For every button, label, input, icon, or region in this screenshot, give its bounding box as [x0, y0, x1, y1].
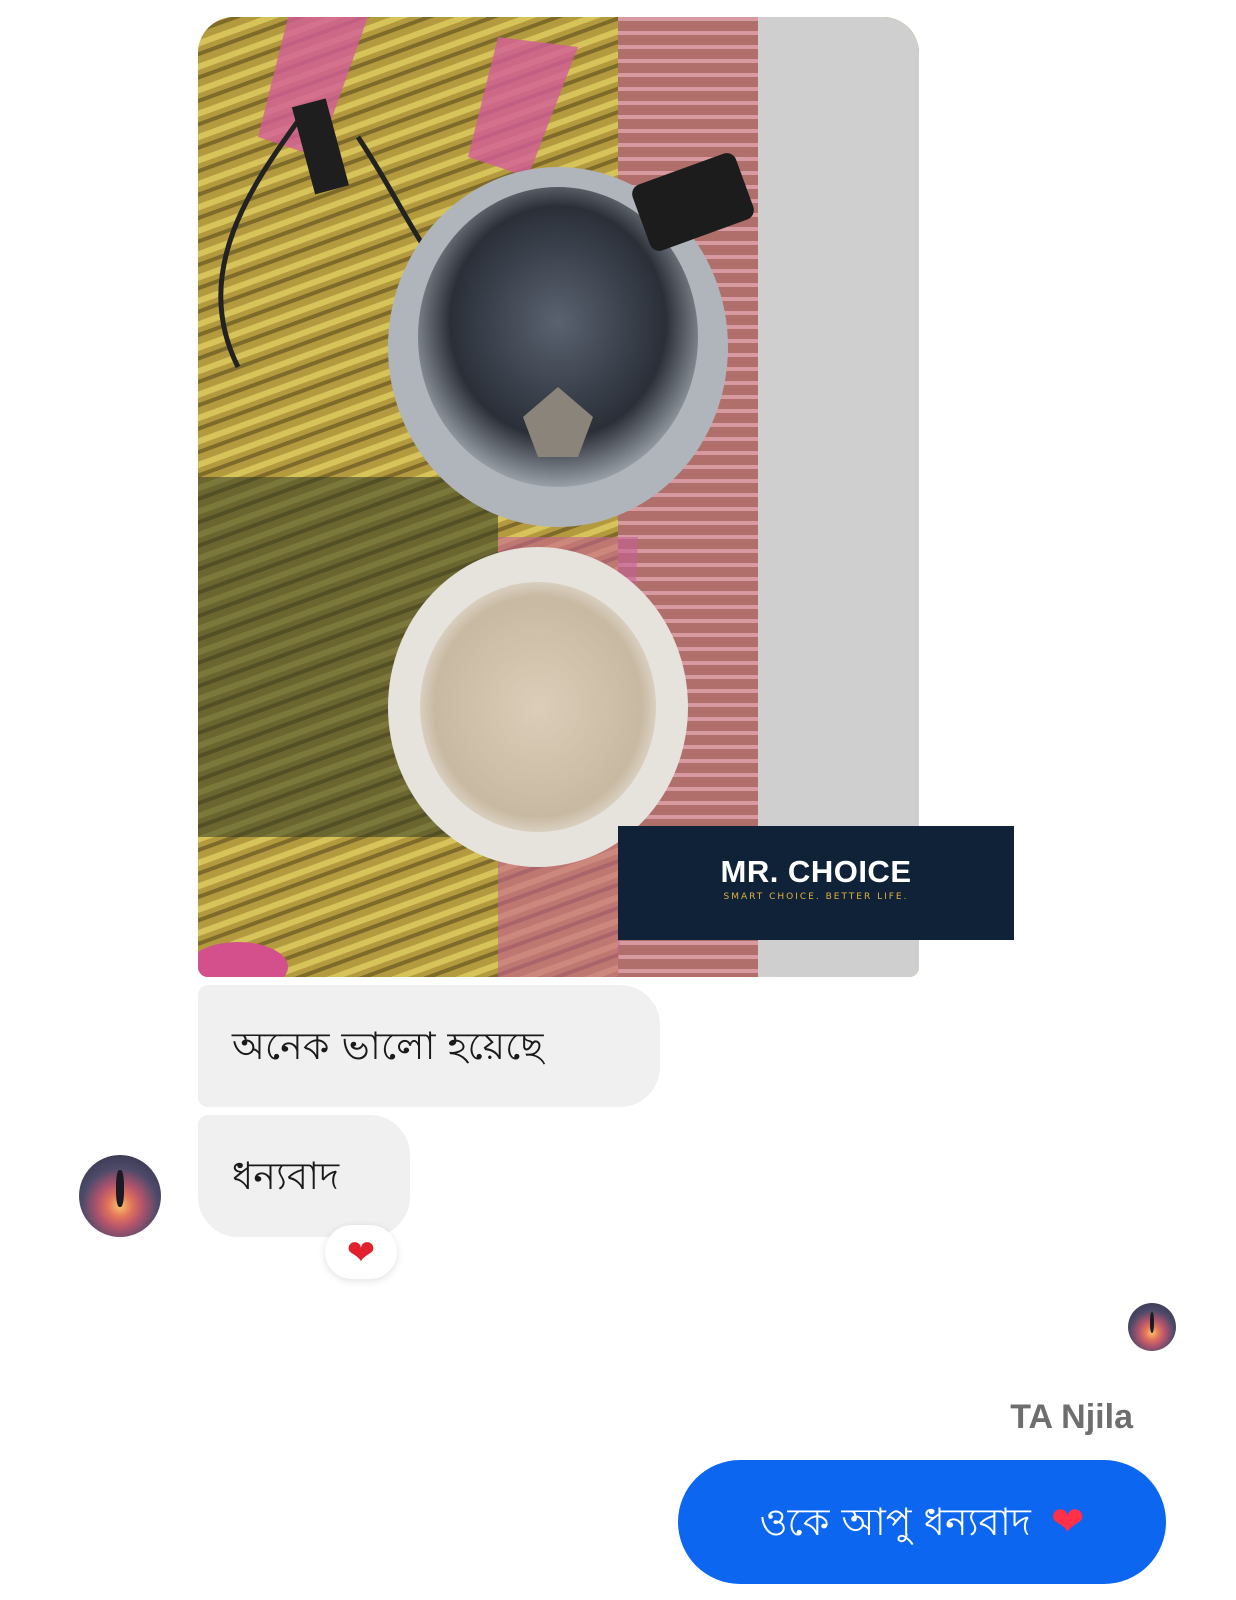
read-receipt-avatar [1128, 1303, 1176, 1351]
brand-tagline: SMART CHOICE. BETTER LIFE. [723, 892, 909, 902]
outgoing-message-bubble[interactable]: ওকে আপু ধন্যবাদ ❤ [678, 1460, 1166, 1584]
sender-name: TA Njila [1010, 1398, 1133, 1436]
incoming-message-bubble[interactable]: অনেক ভালো হয়েছে [198, 985, 660, 1107]
heart-emoji-icon: ❤ [1050, 1499, 1085, 1545]
avatar-figure [1149, 1311, 1155, 1334]
heart-reaction-icon[interactable]: ❤ [325, 1225, 397, 1279]
brand-name: MR. CHOICE [720, 854, 912, 889]
brand-watermark: MR. CHOICE SMART CHOICE. BETTER LIFE. [618, 826, 1014, 940]
avatar-figure [115, 1169, 125, 1207]
contact-avatar[interactable] [79, 1155, 161, 1237]
incoming-message-bubble[interactable]: ধন্যবাদ [198, 1115, 410, 1237]
outgoing-message-text: ওকে আপু ধন্যবাদ [759, 1500, 1031, 1544]
